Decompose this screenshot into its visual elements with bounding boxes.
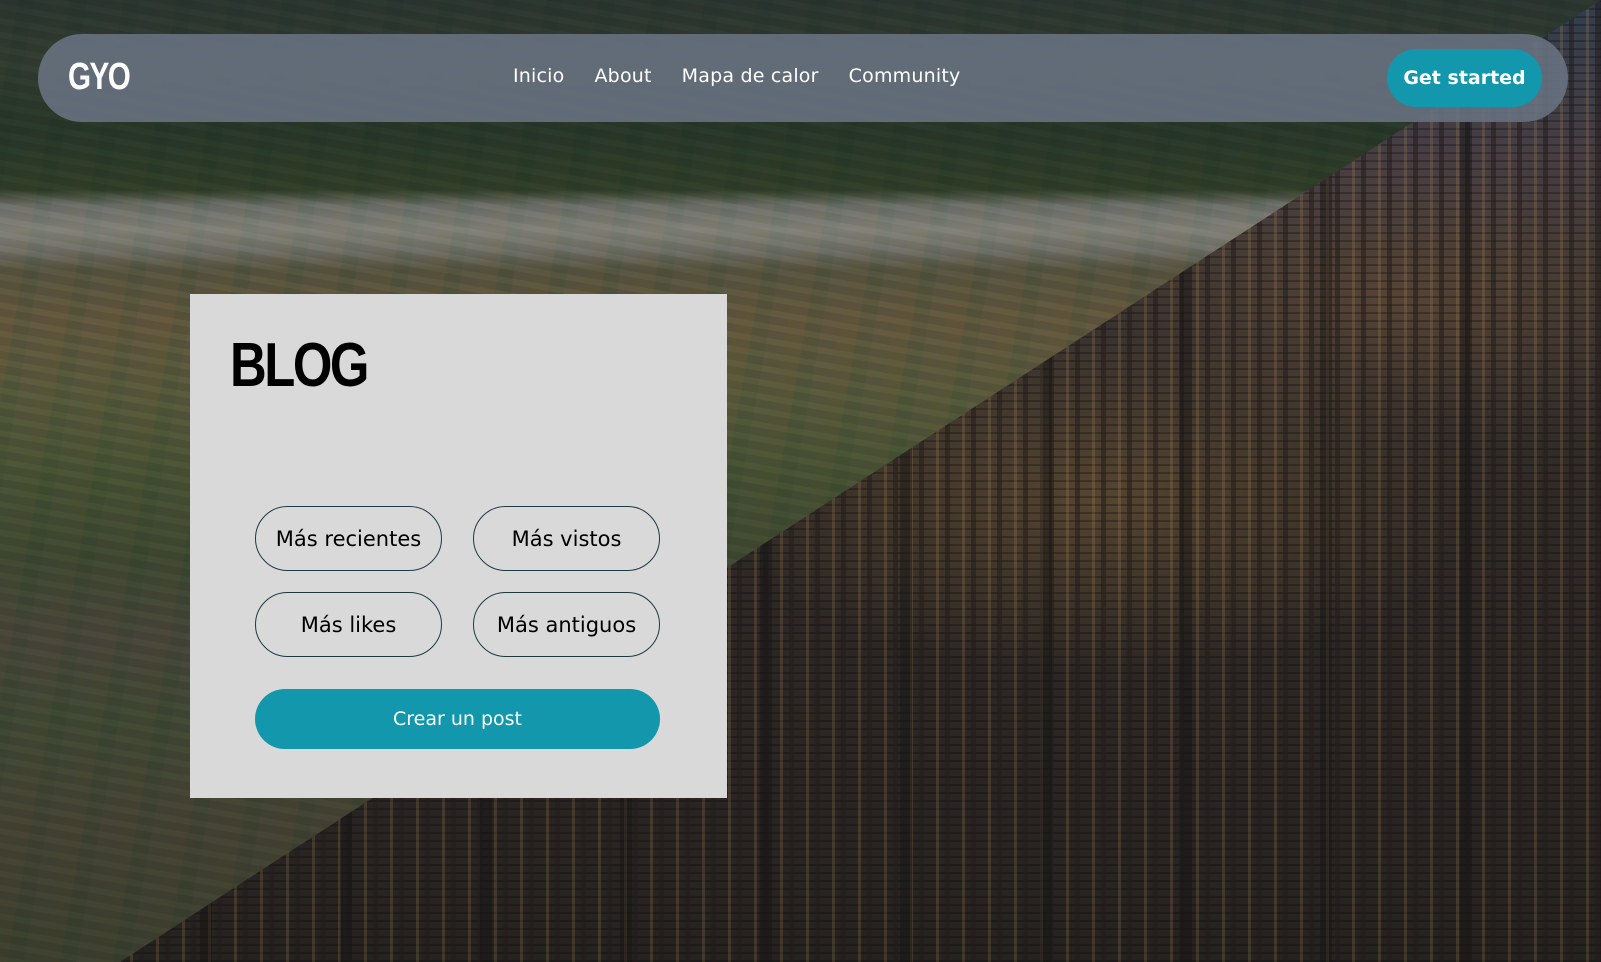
nav-link-mapa-de-calor[interactable]: Mapa de calor: [682, 65, 819, 87]
filter-mas-likes-button[interactable]: Más likes: [255, 592, 442, 657]
filter-mas-vistos-button[interactable]: Más vistos: [473, 506, 660, 571]
logo[interactable]: GYO: [68, 56, 131, 99]
create-post-button[interactable]: Crear un post: [255, 689, 660, 749]
nav-links: Inicio About Mapa de calor Community: [513, 65, 960, 87]
get-started-button[interactable]: Get started: [1387, 49, 1542, 107]
filter-mas-recientes-button[interactable]: Más recientes: [255, 506, 442, 571]
navbar: GYO Inicio About Mapa de calor Community…: [38, 34, 1568, 122]
filter-mas-antiguos-button[interactable]: Más antiguos: [473, 592, 660, 657]
page: GYO Inicio About Mapa de calor Community…: [0, 0, 1601, 962]
nav-link-about[interactable]: About: [594, 65, 651, 87]
nav-link-inicio[interactable]: Inicio: [513, 65, 564, 87]
blog-title: BLOG: [230, 331, 369, 400]
blog-card: BLOG Más recientes Más vistos Más likes …: [190, 294, 727, 798]
nav-link-community[interactable]: Community: [849, 65, 961, 87]
